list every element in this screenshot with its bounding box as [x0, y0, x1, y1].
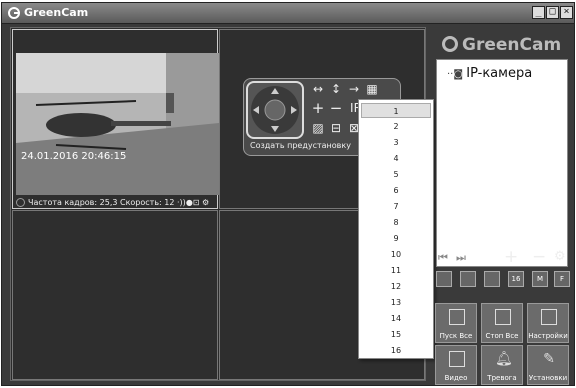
- record-indicator-icon: [16, 198, 25, 207]
- layout-1-button[interactable]: [436, 271, 452, 287]
- preset-option[interactable]: 7: [361, 199, 431, 214]
- video-status-bar: Частота кадров: 25,3 Скорость: 12 ·))●⊡ …: [16, 198, 226, 210]
- tree-item-ip-camera[interactable]: ··◙ IP-камера: [447, 66, 532, 81]
- preset-option[interactable]: 5: [361, 167, 431, 182]
- patrol-icon[interactable]: →: [346, 82, 362, 96]
- alarm-button[interactable]: 🔔︎ Тревога: [481, 345, 523, 385]
- next-icon[interactable]: ⏭: [456, 251, 466, 265]
- preset-option[interactable]: 1: [361, 103, 431, 118]
- title-bar: GreenCam _ □ ×: [2, 3, 574, 24]
- start-all-button[interactable]: Пуск Все: [435, 303, 477, 343]
- audio-icon[interactable]: ·)): [177, 198, 186, 207]
- preset-option[interactable]: 10: [361, 247, 431, 262]
- preset-dropdown[interactable]: 1 2 3 4 5 6 7 8 9 10 11 12 13 14 15 16: [358, 99, 434, 359]
- create-preset-label[interactable]: Создать предустановку: [250, 141, 351, 150]
- preset-option[interactable]: 9: [361, 231, 431, 246]
- remove-icon[interactable]: −: [532, 247, 546, 267]
- preset-option[interactable]: 6: [361, 183, 431, 198]
- brand-name: GreenCam: [462, 35, 562, 55]
- layout-9-button[interactable]: [484, 271, 500, 287]
- preset-grid-icon[interactable]: ▦: [364, 82, 380, 96]
- video-image: [16, 53, 219, 195]
- gear-icon[interactable]: ⚙: [554, 249, 566, 264]
- status-text: Частота кадров: 25,3 Скорость: 12: [28, 198, 175, 207]
- camera-icon: ··◙: [447, 69, 467, 80]
- preset-option[interactable]: 13: [361, 295, 431, 310]
- zoom-out-icon[interactable]: −: [328, 101, 344, 116]
- video-timestamp: 24.01.2016 20:46:15: [21, 151, 127, 162]
- picture-icon[interactable]: ▨: [310, 121, 326, 135]
- stop-all-button[interactable]: Стоп Все: [481, 303, 523, 343]
- camera-cell-1[interactable]: 24.01.2016 20:46:15 Частота кадров: 25,3…: [12, 29, 219, 209]
- preset-option[interactable]: 15: [361, 327, 431, 342]
- direction-pad-icon: [251, 86, 299, 134]
- preset-option[interactable]: 4: [361, 151, 431, 166]
- sidebar: GreenCam ··◙ IP-камера ⏮ ⏭ + − ⚙ 16 M F …: [430, 27, 574, 385]
- window-title: GreenCam: [24, 6, 89, 19]
- wrench-icon: ✎: [543, 351, 555, 367]
- ptz-joystick[interactable]: [246, 81, 304, 139]
- video-button[interactable]: Видео: [435, 345, 477, 385]
- preset-option[interactable]: 12: [361, 279, 431, 294]
- preset-option[interactable]: 16: [361, 343, 431, 358]
- fullscreen-button[interactable]: F: [554, 271, 570, 287]
- flip-vertical-icon[interactable]: ↕: [328, 82, 344, 96]
- settings-button[interactable]: Настройки: [527, 303, 569, 343]
- preset-option[interactable]: 3: [361, 135, 431, 150]
- device-tree[interactable]: ··◙ IP-камера: [436, 59, 568, 267]
- toggle-icon[interactable]: ●: [186, 198, 193, 207]
- preset-option[interactable]: 11: [361, 263, 431, 278]
- snapshot-icon[interactable]: ⊡: [193, 198, 200, 207]
- setup-button[interactable]: ✎ Установки: [527, 345, 569, 385]
- zoom-in-icon[interactable]: +: [310, 101, 326, 116]
- brand-mark-icon: [442, 36, 458, 52]
- preset-option[interactable]: 2: [361, 119, 431, 134]
- minimize-button[interactable]: _: [532, 6, 545, 19]
- add-icon[interactable]: +: [504, 247, 518, 267]
- app-logo-icon: [8, 7, 20, 19]
- camera-cell-3[interactable]: [12, 210, 218, 380]
- layout-m-button[interactable]: M: [532, 271, 548, 287]
- flip-horizontal-icon[interactable]: ↔: [310, 82, 326, 96]
- camera-grid-icon: [449, 309, 465, 325]
- preset-option[interactable]: 8: [361, 215, 431, 230]
- preset-option[interactable]: 14: [361, 311, 431, 326]
- settings-doc-icon: [541, 309, 557, 325]
- maximize-button[interactable]: □: [546, 6, 559, 19]
- tree-item-label: IP-камера: [466, 66, 533, 81]
- lock-icon[interactable]: ⊟: [328, 121, 344, 135]
- camera-grid-icon: [495, 309, 511, 325]
- close-button[interactable]: ×: [560, 6, 573, 19]
- layout-4-button[interactable]: [460, 271, 476, 287]
- layout-16-button[interactable]: 16: [508, 271, 524, 287]
- brand-logo: GreenCam: [442, 35, 572, 61]
- gear-icon[interactable]: ⚙: [202, 198, 209, 207]
- video-preview[interactable]: 24.01.2016 20:46:15: [16, 53, 219, 195]
- prev-icon[interactable]: ⏮: [438, 251, 448, 265]
- film-icon: [449, 351, 465, 367]
- app-window: GreenCam _ □ × 24.01.2016 20:46:15 Часто…: [1, 2, 575, 386]
- bell-icon: 🔔︎: [495, 351, 513, 367]
